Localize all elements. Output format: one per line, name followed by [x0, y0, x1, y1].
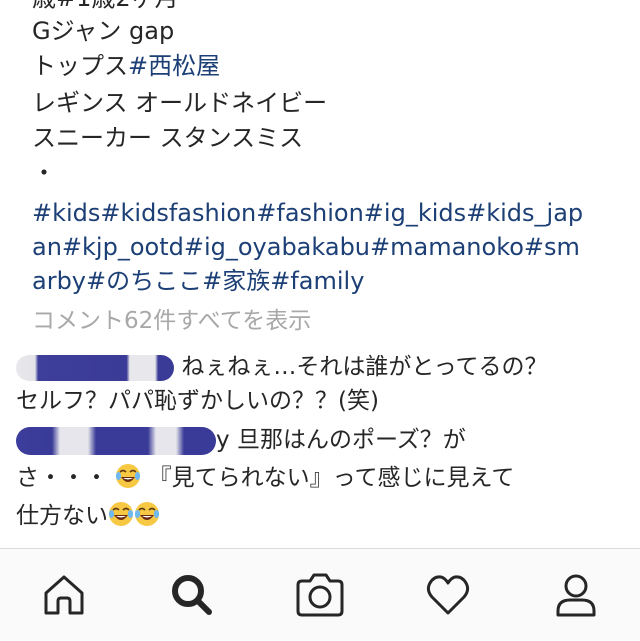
camera-icon — [296, 573, 344, 617]
tab-camera[interactable] — [256, 549, 384, 641]
search-icon — [172, 575, 212, 615]
bottom-tab-bar — [0, 548, 640, 640]
comment-text: セルフ？パパ恥ずかしいの？？(笑) — [16, 388, 379, 414]
comment-text: 旦那はんのポーズ？が — [236, 427, 466, 453]
redacted-username[interactable] — [16, 426, 216, 455]
hashtag-link[interactable]: #西松屋 — [128, 52, 220, 80]
laughing-tears-emoji-icon — [108, 502, 134, 526]
comment-line: y 旦那はんのポーズ？が — [16, 423, 626, 457]
heart-icon — [426, 575, 470, 615]
comment-1: ねぇねぇ…それは誰がとってるの？ セルフ？パパ恥ずかしいの？？(笑) — [16, 350, 626, 418]
hashtag-line[interactable]: arby#のちここ#家族#family — [32, 264, 622, 298]
caption-label: スニーカー — [32, 124, 152, 152]
tab-home[interactable] — [0, 549, 128, 641]
caption-line-tops: トップス#西松屋 — [32, 49, 220, 83]
caption-label: Gジャン — [32, 17, 122, 45]
caption-cut-line: 歳#1歳2ヶ月 — [32, 0, 179, 15]
caption-value: スタンスミス — [159, 124, 304, 152]
post-caption-area: 歳#1歳2ヶ月 Gジャン gap トップス#西松屋 レギンス オールドネイビー … — [0, 0, 640, 548]
caption-label: レギンス — [32, 89, 128, 117]
tab-profile[interactable] — [512, 549, 640, 641]
caption-separator: ・ — [32, 159, 56, 187]
caption-line-sneakers: スニーカー スタンスミス — [32, 121, 303, 155]
caption-line-leggings: レギンス オールドネイビー — [32, 86, 327, 120]
profile-icon — [556, 574, 596, 617]
username-tail[interactable]: y — [216, 427, 230, 453]
comment-line: 仕方ない — [16, 495, 626, 533]
caption-line-jacket: Gジャン gap — [32, 14, 174, 48]
hashtag-line[interactable]: #kids#kidsfashion#fashion#ig_kids#kids_j… — [32, 196, 622, 230]
tab-search[interactable] — [128, 549, 256, 641]
tab-activity[interactable] — [384, 549, 512, 641]
laughing-tears-emoji-icon — [116, 464, 141, 488]
comment-line: セルフ？パパ恥ずかしいの？？(笑) — [16, 384, 626, 418]
view-all-comments-link[interactable]: コメント62件すべてを表示 — [32, 304, 311, 338]
hashtag-line[interactable]: an#kjp_ootd#ig_oyabakabu#mamanoko#sm — [32, 230, 622, 264]
caption-label: トップス — [32, 52, 128, 80]
comment-text: さ・・・ — [16, 465, 108, 491]
caption-value: オールドネイビー — [135, 89, 328, 117]
comment-text: 仕方ない — [16, 503, 108, 529]
laughing-tears-emoji-icon — [134, 502, 160, 526]
comment-line: ねぇねぇ…それは誰がとってるの？ — [16, 350, 626, 384]
home-icon — [44, 575, 84, 615]
hashtag-block[interactable]: #kids#kidsfashion#fashion#ig_kids#kids_j… — [32, 196, 622, 298]
comment-text: ねぇねぇ…それは誰がとってるの？ — [181, 354, 548, 380]
comment-text: 『見てられない』って感じに見えて — [148, 465, 515, 491]
comment-2: y 旦那はんのポーズ？が さ・・・ 『見てられない』って感じに見えて 仕方ない — [16, 423, 626, 533]
redacted-username[interactable] — [16, 354, 174, 381]
caption-value: gap — [129, 17, 175, 45]
comment-line: さ・・・ 『見てられない』って感じに見えて — [16, 457, 626, 495]
